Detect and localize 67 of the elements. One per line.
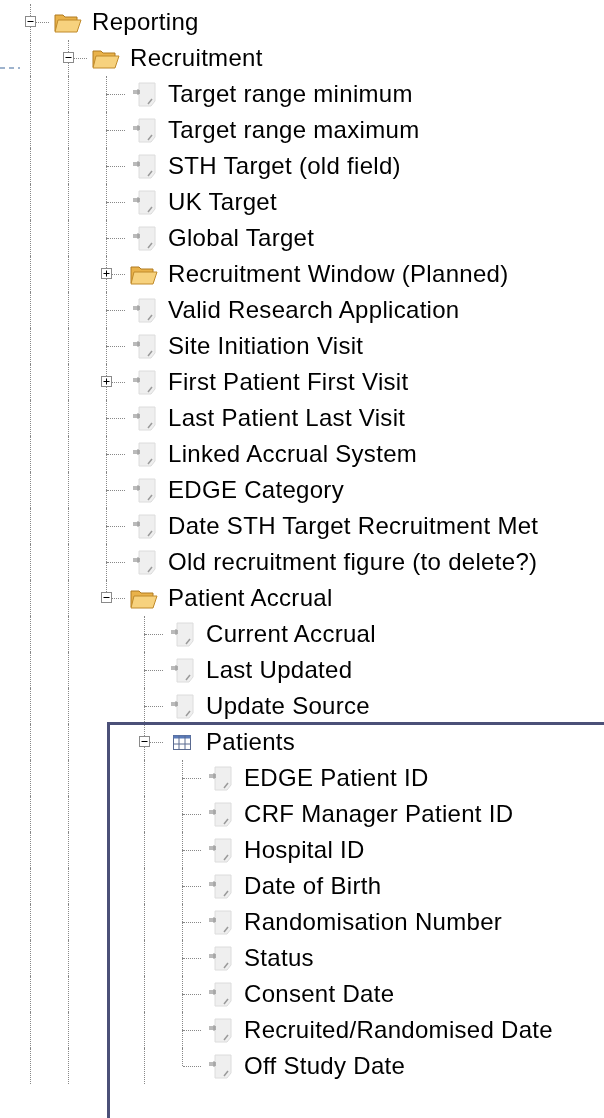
collapse-toggle[interactable] xyxy=(139,736,150,747)
field-icon xyxy=(207,837,233,863)
field-icon xyxy=(131,189,157,215)
tree-item-label[interactable]: UK Target xyxy=(168,188,277,216)
tree-item-label[interactable]: STH Target (old field) xyxy=(168,152,401,180)
field-icon xyxy=(131,477,157,503)
collapse-toggle[interactable] xyxy=(25,16,36,27)
collapse-toggle[interactable] xyxy=(101,592,112,603)
tree-item-label[interactable]: Status xyxy=(244,944,314,972)
field-icon xyxy=(131,369,157,395)
folder-icon xyxy=(54,11,82,33)
field-icon xyxy=(131,153,157,179)
tree-item-label[interactable]: Randomisation Number xyxy=(244,908,503,936)
tree-item-label[interactable]: Global Target xyxy=(168,224,315,252)
tree-item-label[interactable]: Off Study Date xyxy=(244,1052,406,1080)
tree-item-label[interactable]: Patients xyxy=(206,728,296,756)
folder-icon xyxy=(92,47,120,69)
tree-item-label[interactable]: First Patient First Visit xyxy=(168,368,409,396)
table-icon xyxy=(172,733,192,751)
tree-item-label[interactable]: Last Patient Last Visit xyxy=(168,404,406,432)
field-icon xyxy=(131,549,157,575)
tree-item-label[interactable]: Recruited/Randomised Date xyxy=(244,1016,553,1044)
field-icon xyxy=(207,873,233,899)
tree-item-label[interactable]: Target range maximum xyxy=(168,116,420,144)
tree-item-label[interactable]: EDGE Patient ID xyxy=(244,764,429,792)
tree-item-label[interactable]: Patient Accrual xyxy=(168,584,333,612)
expand-toggle[interactable] xyxy=(101,268,112,279)
tree-item-label[interactable]: Recruitment xyxy=(130,44,263,72)
field-icon xyxy=(131,225,157,251)
tree-item-label[interactable]: Last Updated xyxy=(206,656,353,684)
field-icon xyxy=(207,945,233,971)
collapse-toggle[interactable] xyxy=(63,52,74,63)
tree-item-label[interactable]: Old recruitment figure (to delete?) xyxy=(168,548,538,576)
field-icon xyxy=(169,693,195,719)
tree-item-label[interactable]: Reporting xyxy=(92,8,199,36)
field-icon xyxy=(169,657,195,683)
tree-item-label[interactable]: Consent Date xyxy=(244,980,395,1008)
field-icon xyxy=(131,297,157,323)
tree-item-label[interactable]: Site Initiation Visit xyxy=(168,332,364,360)
tree-item-label[interactable]: Update Source xyxy=(206,692,370,720)
tree-item-label[interactable]: Date STH Target Recruitment Met xyxy=(168,512,539,540)
field-icon xyxy=(169,621,195,647)
tree-item-label[interactable]: Current Accrual xyxy=(206,620,376,648)
tree-item-label[interactable]: Hospital ID xyxy=(244,836,365,864)
field-icon xyxy=(207,909,233,935)
folder-icon xyxy=(130,263,158,285)
field-icon xyxy=(207,765,233,791)
tree-item-label[interactable]: Valid Research Application xyxy=(168,296,460,324)
field-icon xyxy=(207,1053,233,1079)
field-icon xyxy=(131,405,157,431)
field-icon xyxy=(131,513,157,539)
tree-item-label[interactable]: Target range minimum xyxy=(168,80,413,108)
tree-item-label[interactable]: Date of Birth xyxy=(244,872,382,900)
field-icon xyxy=(131,441,157,467)
tree-item-label[interactable]: EDGE Category xyxy=(168,476,344,504)
field-icon xyxy=(207,801,233,827)
tree-item-label[interactable]: Linked Accrual System xyxy=(168,440,418,468)
field-icon xyxy=(131,81,157,107)
field-icon xyxy=(207,981,233,1007)
field-icon xyxy=(131,333,157,359)
folder-icon xyxy=(130,587,158,609)
field-icon xyxy=(131,117,157,143)
field-icon xyxy=(207,1017,233,1043)
tree-item-label[interactable]: CRF Manager Patient ID xyxy=(244,800,514,828)
expand-toggle[interactable] xyxy=(101,376,112,387)
tree-item-label[interactable]: Recruitment Window (Planned) xyxy=(168,260,509,288)
dashed-connector xyxy=(0,66,20,70)
